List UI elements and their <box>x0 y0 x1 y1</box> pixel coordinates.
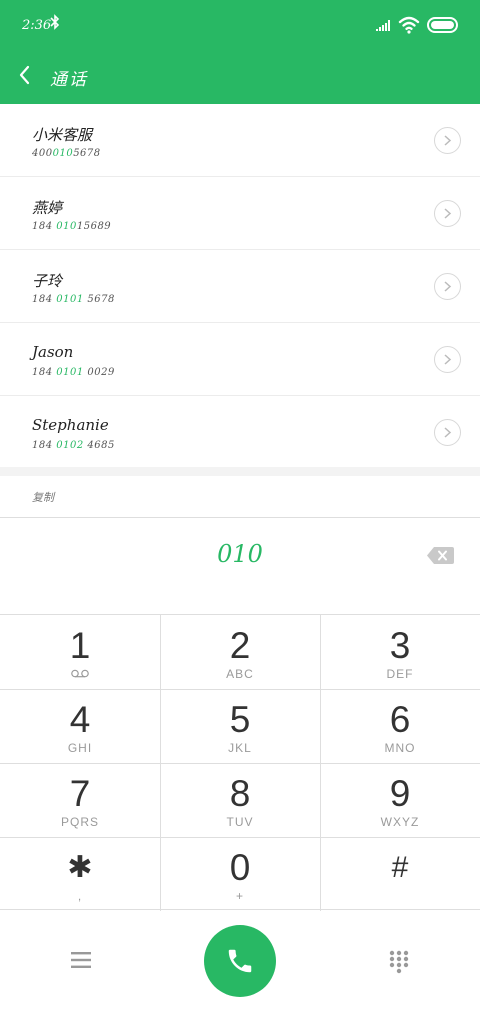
dialpad: 1 2 ABC 3 DEF 4 GHI 5 JKL 6 MNO 7 PQRS 8… <box>0 614 480 911</box>
contact-name: 子玲 <box>32 272 63 290</box>
contact-number: 4000105678 <box>32 148 101 159</box>
status-time: 2:36 <box>22 18 52 33</box>
backspace-icon[interactable] <box>427 547 454 564</box>
contact-match-list: 小米客服 4000105678 燕婷 184 01015689 子玲 184 0… <box>0 104 480 469</box>
key-9[interactable]: 9 WXYZ <box>320 763 480 837</box>
contact-name: 小米客服 <box>32 126 93 144</box>
key-8[interactable]: 8 TUV <box>160 763 320 837</box>
contact-detail-chevron-icon[interactable] <box>434 127 461 154</box>
contact-detail-chevron-icon[interactable] <box>434 200 461 227</box>
contact-number: 184 0102 4685 <box>32 440 115 451</box>
wifi-icon <box>398 16 420 34</box>
battery-icon <box>427 17 458 33</box>
phone-icon <box>228 949 252 973</box>
contact-row[interactable]: Jason 184 0101 0029 <box>0 323 480 396</box>
key-2[interactable]: 2 ABC <box>160 615 320 689</box>
contact-row[interactable]: Stephanie 184 0102 4685 <box>0 396 480 469</box>
contact-row[interactable]: 燕婷 184 01015689 <box>0 177 480 250</box>
contact-detail-chevron-icon[interactable] <box>434 273 461 300</box>
divider <box>0 517 480 518</box>
key-3[interactable]: 3 DEF <box>320 615 480 689</box>
key-5[interactable]: 5 JKL <box>160 689 320 763</box>
contact-number: 184 0101 0029 <box>32 367 115 378</box>
dialed-number-display: 010 <box>217 540 263 568</box>
contact-detail-chevron-icon[interactable] <box>434 346 461 373</box>
signal-icon <box>376 20 390 31</box>
copy-button[interactable]: 复制 <box>32 489 54 505</box>
key-6[interactable]: 6 MNO <box>320 689 480 763</box>
contact-row[interactable]: 子玲 184 0101 5678 <box>0 250 480 323</box>
back-arrow-icon[interactable] <box>16 63 36 87</box>
page-title: 通话 <box>50 70 88 90</box>
dialpad-icon[interactable] <box>389 950 409 974</box>
contact-name: Jason <box>32 343 74 361</box>
contact-row[interactable]: 小米客服 4000105678 <box>0 104 480 177</box>
contact-detail-chevron-icon[interactable] <box>434 419 461 446</box>
key-7[interactable]: 7 PQRS <box>0 763 160 837</box>
key-0[interactable]: 0 + <box>160 837 320 911</box>
section-divider <box>0 467 480 476</box>
contact-name: Stephanie <box>32 416 109 434</box>
menu-icon[interactable] <box>71 951 91 969</box>
contact-number: 184 0101 5678 <box>32 294 115 305</box>
bluetooth-icon <box>50 14 60 35</box>
key-star[interactable]: ✱ , <box>0 837 160 911</box>
key-1[interactable]: 1 <box>0 615 160 689</box>
contact-name: 燕婷 <box>32 199 63 217</box>
status-bar: 2:36 <box>0 0 480 50</box>
key-4[interactable]: 4 GHI <box>0 689 160 763</box>
key-hash[interactable]: # <box>320 837 480 911</box>
call-button[interactable] <box>204 925 276 997</box>
contact-number: 184 01015689 <box>32 221 112 232</box>
voicemail-icon <box>0 667 160 681</box>
app-header: 2:36 通话 <box>0 0 480 104</box>
